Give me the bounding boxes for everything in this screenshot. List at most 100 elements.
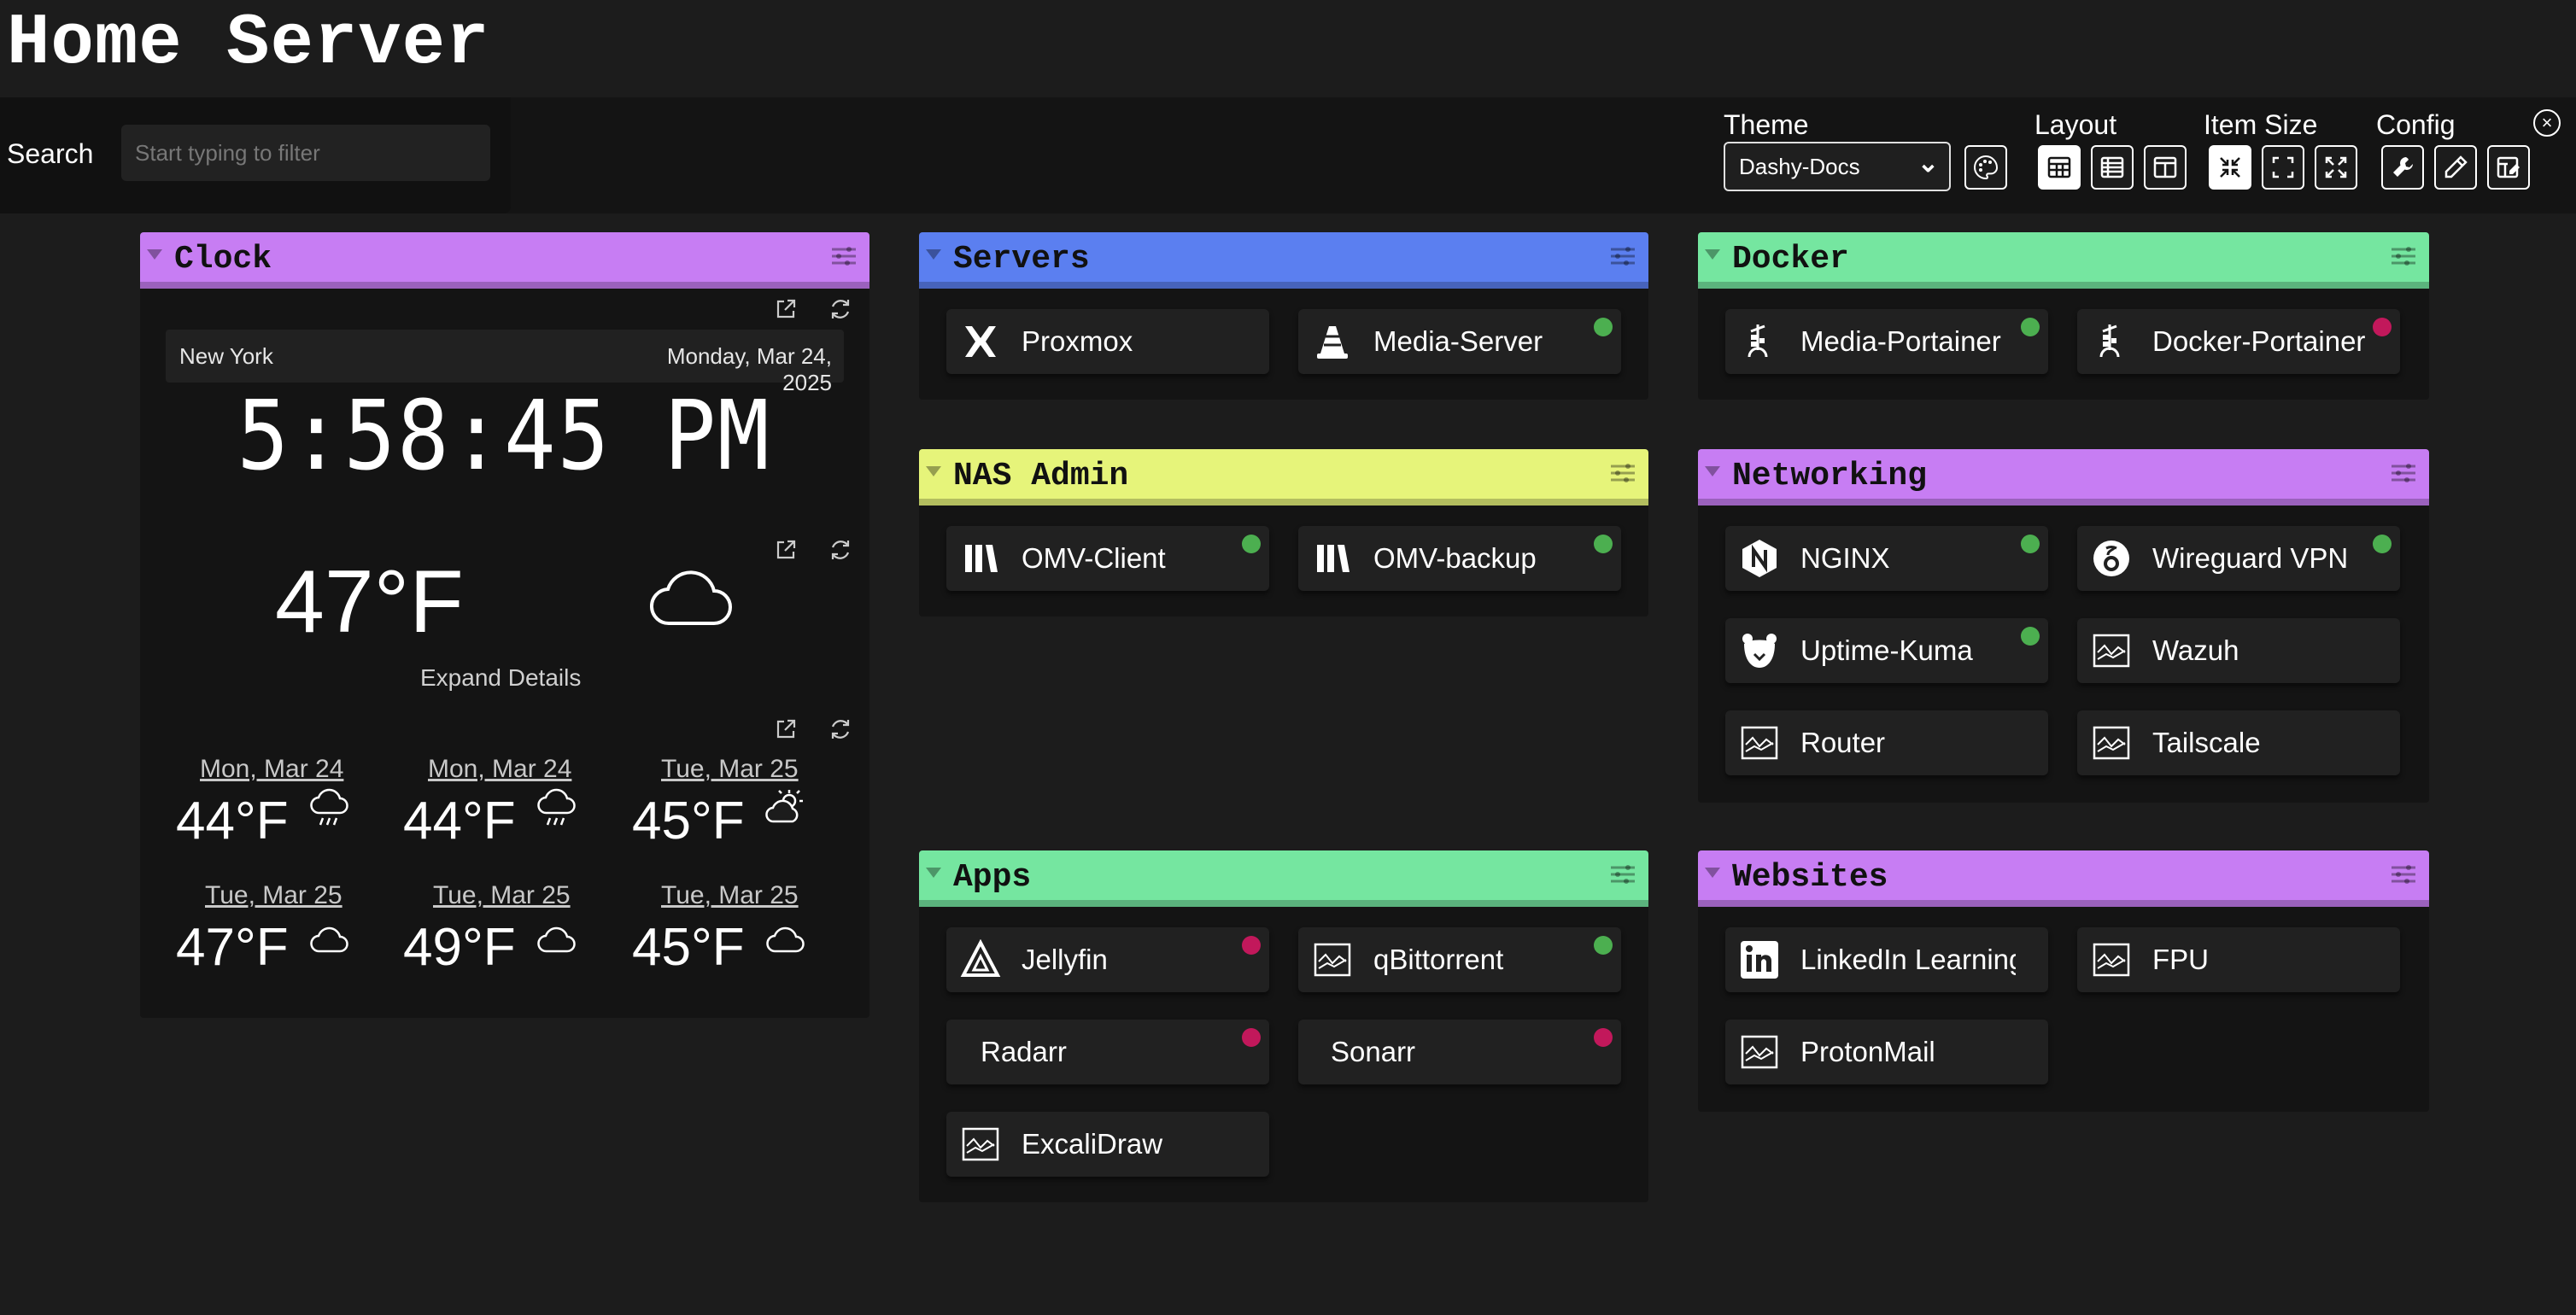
section-menu-icon[interactable] xyxy=(1607,458,1638,488)
section-nas-admin: NAS Admin OMV-Client OMV-backup xyxy=(919,449,1648,617)
refresh-icon[interactable] xyxy=(823,294,858,324)
section-docker-title: Docker xyxy=(1732,241,1849,278)
item-qbittorrent[interactable]: qBittorrent xyxy=(1298,927,1621,992)
item-media-server[interactable]: Media-Server xyxy=(1298,309,1621,374)
close-icon[interactable]: × xyxy=(2533,109,2561,137)
item-label: qBittorrent xyxy=(1373,944,1504,975)
section-menu-icon[interactable] xyxy=(2388,859,2419,890)
nginx-icon xyxy=(1742,540,1777,577)
section-menu-icon[interactable] xyxy=(1607,241,1638,272)
section-apps: Apps Jellyfin qBittorrent Radarr Sonarr … xyxy=(919,850,1648,1202)
item-linkedin-learning[interactable]: LinkedIn Learning xyxy=(1725,927,2048,992)
item-label: Proxmox xyxy=(1022,325,1133,357)
section-menu-icon[interactable] xyxy=(2388,241,2419,272)
item-label: Sonarr xyxy=(1331,1036,1416,1067)
section-networking-title: Networking xyxy=(1732,458,1928,494)
item-fpu[interactable]: FPU xyxy=(2077,927,2400,992)
item-label: Router xyxy=(1800,727,1886,758)
open-external-icon[interactable] xyxy=(769,535,803,565)
collapse-arrow-icon[interactable] xyxy=(926,249,941,260)
section-servers: Servers Proxmox Media-Server xyxy=(919,232,1648,400)
pencil-icon xyxy=(2444,155,2468,178)
refresh-icon[interactable] xyxy=(823,535,858,565)
item-router[interactable]: Router xyxy=(1725,710,2048,775)
item-jellyfin[interactable]: Jellyfin xyxy=(946,927,1269,992)
item-proxmox[interactable]: Proxmox xyxy=(946,309,1269,374)
collapse-arrow-icon[interactable] xyxy=(147,249,162,260)
item-size-large-button[interactable] xyxy=(2315,145,2357,190)
search-input[interactable] xyxy=(121,125,490,181)
generic-icon xyxy=(2093,634,2130,668)
portainer-icon xyxy=(1748,324,1768,358)
section-networking-header[interactable]: Networking xyxy=(1698,449,2429,506)
config-settings-button[interactable] xyxy=(2381,145,2424,190)
item-label: ExcaliDraw xyxy=(1022,1128,1163,1160)
item-size-small-button[interactable] xyxy=(2209,145,2251,190)
collapse-arrow-icon[interactable] xyxy=(1705,466,1720,476)
config-layout-editor-button[interactable] xyxy=(2487,145,2530,190)
linkedin-icon xyxy=(1741,941,1778,979)
item-label: Docker-Portainer xyxy=(2152,325,2366,357)
item-protonmail[interactable]: ProtonMail xyxy=(1725,1020,2048,1084)
item-uptime-kuma[interactable]: Uptime-Kuma xyxy=(1725,618,2048,683)
forecast-day: Tue, Mar 25 xyxy=(433,881,571,909)
item-media-portainer[interactable]: Media-Portainer xyxy=(1725,309,2048,374)
layout-horizontal-button[interactable] xyxy=(2144,145,2187,190)
status-indicator-up xyxy=(1594,535,1613,553)
collapse-arrow-icon[interactable] xyxy=(926,868,941,878)
layout-vertical-button[interactable] xyxy=(2091,145,2134,190)
item-label: Tailscale xyxy=(2152,727,2261,758)
section-menu-icon[interactable] xyxy=(1607,859,1638,890)
item-excalidraw[interactable]: ExcaliDraw xyxy=(946,1112,1269,1177)
forecast-day: Mon, Mar 24 xyxy=(200,755,344,783)
forecast-temp: 44°F xyxy=(403,792,516,850)
item-wazuh[interactable]: Wazuh xyxy=(2077,618,2400,683)
status-indicator-down xyxy=(1242,936,1261,955)
open-external-icon[interactable] xyxy=(769,714,803,745)
section-menu-icon[interactable] xyxy=(828,241,859,272)
theme-select-value: Dashy-Docs xyxy=(1739,154,1860,179)
config-edit-button[interactable] xyxy=(2434,145,2477,190)
item-size-medium-button[interactable] xyxy=(2262,145,2304,190)
uptime-kuma-icon xyxy=(1742,634,1777,668)
section-clock-title: Clock xyxy=(174,241,272,278)
weather-expand-details[interactable]: Expand Details xyxy=(420,664,581,692)
item-wireguard-vpn[interactable]: Wireguard VPN xyxy=(2077,526,2400,591)
vlc-icon xyxy=(1317,326,1348,359)
section-servers-header[interactable]: Servers xyxy=(919,232,1648,289)
collapse-arrow-icon[interactable] xyxy=(1705,249,1720,260)
section-websites-header[interactable]: Websites xyxy=(1698,850,2429,907)
theme-configurator-button[interactable] xyxy=(1964,145,2007,190)
section-menu-icon[interactable] xyxy=(2388,458,2419,488)
open-external-icon[interactable] xyxy=(769,294,803,324)
theme-label: Theme xyxy=(1724,109,1809,140)
section-docker-header[interactable]: Docker xyxy=(1698,232,2429,289)
item-omv-backup[interactable]: OMV-backup xyxy=(1298,526,1621,591)
cloud-icon xyxy=(310,926,348,953)
generic-icon xyxy=(962,1127,999,1161)
omv-icon xyxy=(1317,545,1349,572)
rain-cloud-icon xyxy=(537,788,576,826)
item-docker-portainer[interactable]: Docker-Portainer xyxy=(2077,309,2400,374)
section-clock-header[interactable]: Clock xyxy=(140,232,869,289)
section-docker: Docker Media-Portainer Docker-Portainer xyxy=(1698,232,2429,400)
section-nas-admin-header[interactable]: NAS Admin xyxy=(919,449,1648,506)
list-layout-icon xyxy=(2100,156,2124,178)
clock-time: 5:58:45 PM xyxy=(237,381,771,492)
item-sonarr[interactable]: Sonarr xyxy=(1298,1020,1621,1084)
item-label: LinkedIn Learning xyxy=(1800,944,2016,975)
chevron-down-icon: ⌄ xyxy=(1917,149,1939,178)
layout-auto-button[interactable] xyxy=(2038,145,2081,190)
item-radarr[interactable]: Radarr xyxy=(946,1020,1269,1084)
collapse-arrow-icon[interactable] xyxy=(926,466,941,476)
refresh-icon[interactable] xyxy=(823,714,858,745)
section-apps-header[interactable]: Apps xyxy=(919,850,1648,907)
item-tailscale[interactable]: Tailscale xyxy=(2077,710,2400,775)
item-omv-client[interactable]: OMV-Client xyxy=(946,526,1269,591)
forecast-temp: 47°F xyxy=(176,918,289,977)
forecast-day: Tue, Mar 25 xyxy=(661,755,799,783)
item-nginx[interactable]: NGINX xyxy=(1725,526,2048,591)
section-networking: Networking NGINX Wireguard VPN Uptime-Ku… xyxy=(1698,449,2429,803)
collapse-arrow-icon[interactable] xyxy=(1705,868,1720,878)
theme-select[interactable]: Dashy-Docs ⌄ xyxy=(1724,142,1951,191)
